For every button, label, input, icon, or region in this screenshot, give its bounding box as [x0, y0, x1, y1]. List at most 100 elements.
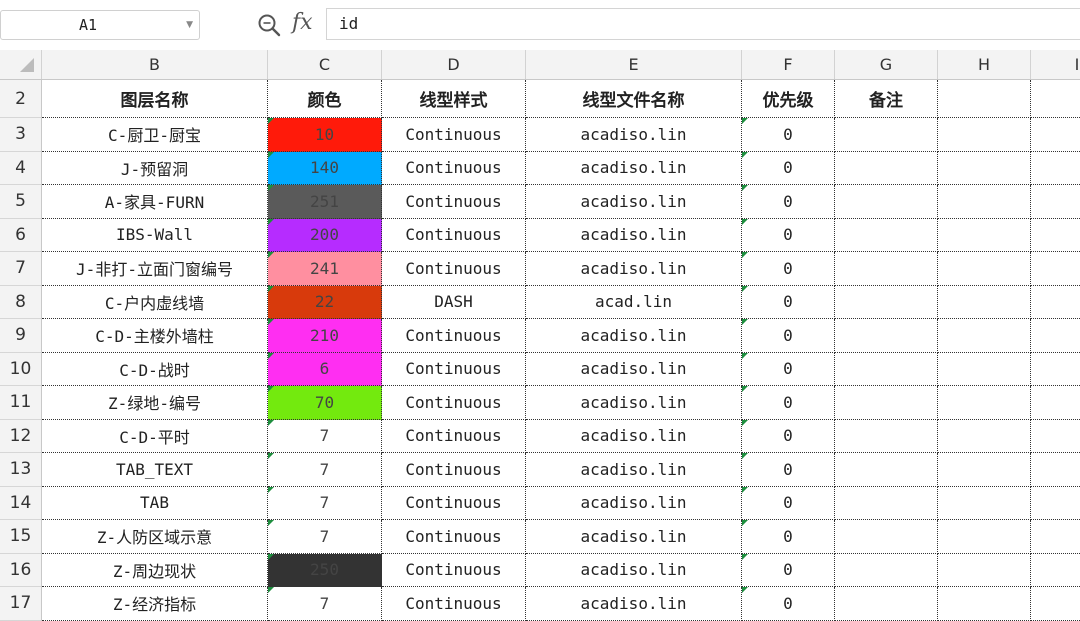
linetype-cell[interactable]: Continuous — [382, 252, 526, 286]
linetype-file-cell[interactable]: acad.lin — [526, 285, 742, 319]
color-cell[interactable]: 7 — [268, 520, 382, 554]
empty-cell[interactable] — [1031, 453, 1080, 487]
color-cell[interactable]: 22 — [268, 285, 382, 319]
row-header[interactable]: 5 — [0, 185, 42, 219]
priority-cell[interactable]: 0 — [742, 185, 835, 219]
empty-cell[interactable] — [938, 319, 1031, 353]
priority-cell[interactable]: 0 — [742, 386, 835, 420]
empty-cell[interactable] — [1031, 487, 1080, 520]
row-header[interactable]: 4 — [0, 151, 42, 185]
linetype-file-cell[interactable]: acadiso.lin — [526, 587, 742, 621]
linetype-file-cell[interactable]: acadiso.lin — [526, 352, 742, 386]
empty-cell[interactable] — [1031, 252, 1080, 286]
linetype-cell[interactable]: Continuous — [382, 319, 526, 353]
row-header[interactable]: 15 — [0, 520, 42, 554]
note-cell[interactable] — [835, 252, 938, 286]
color-cell[interactable]: 140 — [268, 151, 382, 185]
priority-cell[interactable]: 0 — [742, 419, 835, 453]
linetype-cell[interactable]: Continuous — [382, 453, 526, 487]
linetype-file-cell[interactable]: acadiso.lin — [526, 319, 742, 353]
priority-cell[interactable]: 0 — [742, 285, 835, 319]
note-cell[interactable] — [835, 453, 938, 487]
row-header[interactable]: 2 — [0, 80, 42, 118]
empty-cell[interactable] — [938, 185, 1031, 219]
layer-name-cell[interactable]: C-D-主楼外墙柱 — [42, 319, 268, 353]
note-cell[interactable] — [835, 386, 938, 420]
note-cell[interactable] — [835, 319, 938, 353]
header-cell-linetype[interactable]: 线型样式 — [382, 80, 526, 118]
empty-cell[interactable] — [1031, 554, 1080, 587]
linetype-cell[interactable]: DASH — [382, 285, 526, 319]
empty-cell[interactable] — [1031, 420, 1080, 453]
priority-cell[interactable]: 0 — [742, 553, 835, 587]
empty-cell[interactable] — [938, 386, 1031, 420]
color-cell[interactable]: 10 — [268, 118, 382, 152]
empty-cell[interactable] — [1031, 219, 1080, 252]
row-header[interactable]: 17 — [0, 587, 42, 621]
linetype-file-cell[interactable]: acadiso.lin — [526, 419, 742, 453]
row-header[interactable]: 13 — [0, 453, 42, 487]
color-cell[interactable]: 7 — [268, 453, 382, 487]
linetype-cell[interactable]: Continuous — [382, 419, 526, 453]
row-header[interactable]: 16 — [0, 553, 42, 587]
header-cell-layer-name[interactable]: 图层名称 — [42, 80, 268, 118]
layer-name-cell[interactable]: IBS-Wall — [42, 218, 268, 252]
linetype-cell[interactable]: Continuous — [382, 587, 526, 621]
linetype-cell[interactable]: Continuous — [382, 553, 526, 587]
empty-cell[interactable] — [938, 486, 1031, 520]
layer-name-cell[interactable]: Z-周边现状 — [42, 553, 268, 587]
row-header[interactable]: 10 — [0, 352, 42, 386]
linetype-cell[interactable]: Continuous — [382, 185, 526, 219]
empty-cell[interactable] — [1031, 118, 1080, 152]
linetype-file-cell[interactable]: acadiso.lin — [526, 553, 742, 587]
empty-cell[interactable] — [938, 553, 1031, 587]
linetype-cell[interactable]: Continuous — [382, 386, 526, 420]
header-cell-color[interactable]: 颜色 — [268, 80, 382, 118]
priority-cell[interactable]: 0 — [742, 486, 835, 520]
name-box[interactable]: A1 ▼ — [0, 10, 200, 40]
empty-cell[interactable] — [938, 218, 1031, 252]
layer-name-cell[interactable]: C-D-战时 — [42, 352, 268, 386]
chevron-down-icon[interactable]: ▼ — [186, 11, 193, 39]
empty-cell[interactable] — [1031, 80, 1080, 118]
linetype-file-cell[interactable]: acadiso.lin — [526, 386, 742, 420]
layer-name-cell[interactable]: C-D-平时 — [42, 419, 268, 453]
column-header-h[interactable]: H — [938, 50, 1031, 79]
formula-input[interactable]: id — [326, 8, 1080, 40]
empty-cell[interactable] — [938, 285, 1031, 319]
row-header[interactable]: 7 — [0, 252, 42, 286]
zoom-icon[interactable] — [256, 12, 282, 38]
fx-icon[interactable]: fx — [292, 8, 313, 38]
column-header-d[interactable]: D — [382, 50, 526, 79]
empty-cell[interactable] — [938, 252, 1031, 286]
empty-cell[interactable] — [938, 453, 1031, 487]
row-header[interactable]: 11 — [0, 386, 42, 420]
linetype-file-cell[interactable]: acadiso.lin — [526, 218, 742, 252]
priority-cell[interactable]: 0 — [742, 520, 835, 554]
row-header[interactable]: 8 — [0, 285, 42, 319]
priority-cell[interactable]: 0 — [742, 587, 835, 621]
linetype-file-cell[interactable]: acadiso.lin — [526, 453, 742, 487]
layer-name-cell[interactable]: J-非打-立面门窗编号 — [42, 252, 268, 286]
empty-cell[interactable] — [938, 587, 1031, 621]
column-header-e[interactable]: E — [526, 50, 742, 79]
empty-cell[interactable] — [938, 151, 1031, 185]
row-header[interactable]: 6 — [0, 218, 42, 252]
empty-cell[interactable] — [1031, 520, 1080, 554]
linetype-file-cell[interactable]: acadiso.lin — [526, 118, 742, 152]
header-cell-priority[interactable]: 优先级 — [742, 80, 835, 118]
linetype-file-cell[interactable]: acadiso.lin — [526, 252, 742, 286]
empty-cell[interactable] — [938, 520, 1031, 554]
priority-cell[interactable]: 0 — [742, 453, 835, 487]
empty-cell[interactable] — [938, 419, 1031, 453]
color-cell[interactable]: 250 — [268, 553, 382, 587]
empty-cell[interactable] — [1031, 185, 1080, 219]
layer-name-cell[interactable]: J-预留洞 — [42, 151, 268, 185]
note-cell[interactable] — [835, 185, 938, 219]
empty-cell[interactable] — [938, 352, 1031, 386]
color-cell[interactable]: 7 — [268, 587, 382, 621]
linetype-cell[interactable]: Continuous — [382, 218, 526, 252]
color-cell[interactable]: 6 — [268, 352, 382, 386]
color-cell[interactable]: 251 — [268, 185, 382, 219]
note-cell[interactable] — [835, 553, 938, 587]
